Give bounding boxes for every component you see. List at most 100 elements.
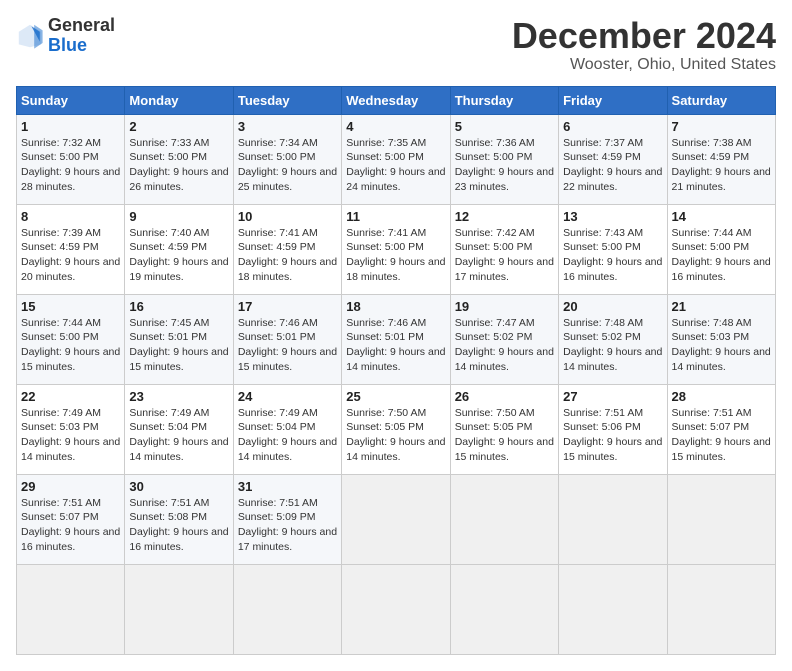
calendar-cell: 4 Sunrise: 7:35 AMSunset: 5:00 PMDayligh… bbox=[342, 114, 450, 204]
day-number: 19 bbox=[455, 299, 554, 314]
logo-text: General Blue bbox=[48, 16, 115, 56]
day-number: 29 bbox=[21, 479, 120, 494]
day-number: 13 bbox=[563, 209, 662, 224]
calendar-cell: 1 Sunrise: 7:32 AMSunset: 5:00 PMDayligh… bbox=[17, 114, 125, 204]
day-detail: Sunrise: 7:44 AMSunset: 5:00 PMDaylight:… bbox=[21, 317, 120, 373]
calendar-cell bbox=[233, 564, 341, 654]
day-detail: Sunrise: 7:49 AMSunset: 5:04 PMDaylight:… bbox=[238, 407, 337, 463]
day-detail: Sunrise: 7:37 AMSunset: 4:59 PMDaylight:… bbox=[563, 137, 662, 193]
day-detail: Sunrise: 7:33 AMSunset: 5:00 PMDaylight:… bbox=[129, 137, 228, 193]
calendar-cell: 31 Sunrise: 7:51 AMSunset: 5:09 PMDaylig… bbox=[233, 474, 341, 564]
month-title: December 2024 bbox=[512, 16, 776, 56]
col-wednesday: Wednesday bbox=[342, 86, 450, 114]
day-detail: Sunrise: 7:48 AMSunset: 5:02 PMDaylight:… bbox=[563, 317, 662, 373]
calendar-cell: 17 Sunrise: 7:46 AMSunset: 5:01 PMDaylig… bbox=[233, 294, 341, 384]
day-number: 18 bbox=[346, 299, 445, 314]
col-saturday: Saturday bbox=[667, 86, 775, 114]
day-detail: Sunrise: 7:49 AMSunset: 5:04 PMDaylight:… bbox=[129, 407, 228, 463]
day-detail: Sunrise: 7:51 AMSunset: 5:09 PMDaylight:… bbox=[238, 497, 337, 553]
calendar-week-row: 8 Sunrise: 7:39 AMSunset: 4:59 PMDayligh… bbox=[17, 204, 776, 294]
calendar-cell bbox=[559, 564, 667, 654]
location: Wooster, Ohio, United States bbox=[512, 56, 776, 74]
calendar-week-row: 29 Sunrise: 7:51 AMSunset: 5:07 PMDaylig… bbox=[17, 474, 776, 564]
day-number: 14 bbox=[672, 209, 771, 224]
col-thursday: Thursday bbox=[450, 86, 558, 114]
day-number: 7 bbox=[672, 119, 771, 134]
day-number: 6 bbox=[563, 119, 662, 134]
col-sunday: Sunday bbox=[17, 86, 125, 114]
calendar-cell: 10 Sunrise: 7:41 AMSunset: 4:59 PMDaylig… bbox=[233, 204, 341, 294]
calendar-cell: 5 Sunrise: 7:36 AMSunset: 5:00 PMDayligh… bbox=[450, 114, 558, 204]
day-number: 20 bbox=[563, 299, 662, 314]
day-detail: Sunrise: 7:39 AMSunset: 4:59 PMDaylight:… bbox=[21, 227, 120, 283]
calendar-cell: 14 Sunrise: 7:44 AMSunset: 5:00 PMDaylig… bbox=[667, 204, 775, 294]
day-number: 10 bbox=[238, 209, 337, 224]
day-number: 30 bbox=[129, 479, 228, 494]
calendar-cell: 27 Sunrise: 7:51 AMSunset: 5:06 PMDaylig… bbox=[559, 384, 667, 474]
day-number: 3 bbox=[238, 119, 337, 134]
day-detail: Sunrise: 7:35 AMSunset: 5:00 PMDaylight:… bbox=[346, 137, 445, 193]
calendar-cell: 18 Sunrise: 7:46 AMSunset: 5:01 PMDaylig… bbox=[342, 294, 450, 384]
day-number: 11 bbox=[346, 209, 445, 224]
calendar-cell: 21 Sunrise: 7:48 AMSunset: 5:03 PMDaylig… bbox=[667, 294, 775, 384]
day-detail: Sunrise: 7:50 AMSunset: 5:05 PMDaylight:… bbox=[455, 407, 554, 463]
day-number: 23 bbox=[129, 389, 228, 404]
day-detail: Sunrise: 7:41 AMSunset: 4:59 PMDaylight:… bbox=[238, 227, 337, 283]
day-detail: Sunrise: 7:51 AMSunset: 5:06 PMDaylight:… bbox=[563, 407, 662, 463]
day-number: 21 bbox=[672, 299, 771, 314]
day-number: 2 bbox=[129, 119, 228, 134]
day-detail: Sunrise: 7:32 AMSunset: 5:00 PMDaylight:… bbox=[21, 137, 120, 193]
day-detail: Sunrise: 7:44 AMSunset: 5:00 PMDaylight:… bbox=[672, 227, 771, 283]
day-detail: Sunrise: 7:51 AMSunset: 5:07 PMDaylight:… bbox=[672, 407, 771, 463]
day-number: 15 bbox=[21, 299, 120, 314]
day-number: 17 bbox=[238, 299, 337, 314]
day-number: 12 bbox=[455, 209, 554, 224]
calendar-cell: 16 Sunrise: 7:45 AMSunset: 5:01 PMDaylig… bbox=[125, 294, 233, 384]
calendar-cell: 3 Sunrise: 7:34 AMSunset: 5:00 PMDayligh… bbox=[233, 114, 341, 204]
day-number: 25 bbox=[346, 389, 445, 404]
day-number: 24 bbox=[238, 389, 337, 404]
calendar-cell: 15 Sunrise: 7:44 AMSunset: 5:00 PMDaylig… bbox=[17, 294, 125, 384]
calendar-cell bbox=[342, 474, 450, 564]
day-number: 4 bbox=[346, 119, 445, 134]
day-detail: Sunrise: 7:38 AMSunset: 4:59 PMDaylight:… bbox=[672, 137, 771, 193]
calendar-cell: 13 Sunrise: 7:43 AMSunset: 5:00 PMDaylig… bbox=[559, 204, 667, 294]
day-number: 1 bbox=[21, 119, 120, 134]
title-section: December 2024 Wooster, Ohio, United Stat… bbox=[512, 16, 776, 74]
calendar-cell: 6 Sunrise: 7:37 AMSunset: 4:59 PMDayligh… bbox=[559, 114, 667, 204]
day-detail: Sunrise: 7:51 AMSunset: 5:08 PMDaylight:… bbox=[129, 497, 228, 553]
calendar-cell bbox=[559, 474, 667, 564]
day-number: 31 bbox=[238, 479, 337, 494]
day-number: 27 bbox=[563, 389, 662, 404]
col-tuesday: Tuesday bbox=[233, 86, 341, 114]
calendar-cell: 26 Sunrise: 7:50 AMSunset: 5:05 PMDaylig… bbox=[450, 384, 558, 474]
calendar-cell: 25 Sunrise: 7:50 AMSunset: 5:05 PMDaylig… bbox=[342, 384, 450, 474]
calendar-cell bbox=[342, 564, 450, 654]
calendar-cell: 28 Sunrise: 7:51 AMSunset: 5:07 PMDaylig… bbox=[667, 384, 775, 474]
calendar-cell: 30 Sunrise: 7:51 AMSunset: 5:08 PMDaylig… bbox=[125, 474, 233, 564]
day-detail: Sunrise: 7:40 AMSunset: 4:59 PMDaylight:… bbox=[129, 227, 228, 283]
day-detail: Sunrise: 7:48 AMSunset: 5:03 PMDaylight:… bbox=[672, 317, 771, 373]
day-detail: Sunrise: 7:49 AMSunset: 5:03 PMDaylight:… bbox=[21, 407, 120, 463]
day-number: 22 bbox=[21, 389, 120, 404]
calendar-cell: 20 Sunrise: 7:48 AMSunset: 5:02 PMDaylig… bbox=[559, 294, 667, 384]
day-number: 5 bbox=[455, 119, 554, 134]
day-number: 8 bbox=[21, 209, 120, 224]
calendar-header-row: Sunday Monday Tuesday Wednesday Thursday… bbox=[17, 86, 776, 114]
day-detail: Sunrise: 7:43 AMSunset: 5:00 PMDaylight:… bbox=[563, 227, 662, 283]
day-detail: Sunrise: 7:51 AMSunset: 5:07 PMDaylight:… bbox=[21, 497, 120, 553]
calendar-cell bbox=[450, 474, 558, 564]
day-detail: Sunrise: 7:46 AMSunset: 5:01 PMDaylight:… bbox=[238, 317, 337, 373]
calendar-cell: 12 Sunrise: 7:42 AMSunset: 5:00 PMDaylig… bbox=[450, 204, 558, 294]
day-detail: Sunrise: 7:45 AMSunset: 5:01 PMDaylight:… bbox=[129, 317, 228, 373]
day-detail: Sunrise: 7:47 AMSunset: 5:02 PMDaylight:… bbox=[455, 317, 554, 373]
col-friday: Friday bbox=[559, 86, 667, 114]
day-detail: Sunrise: 7:34 AMSunset: 5:00 PMDaylight:… bbox=[238, 137, 337, 193]
calendar-cell: 24 Sunrise: 7:49 AMSunset: 5:04 PMDaylig… bbox=[233, 384, 341, 474]
day-detail: Sunrise: 7:50 AMSunset: 5:05 PMDaylight:… bbox=[346, 407, 445, 463]
day-number: 16 bbox=[129, 299, 228, 314]
calendar-cell: 22 Sunrise: 7:49 AMSunset: 5:03 PMDaylig… bbox=[17, 384, 125, 474]
logo-icon bbox=[16, 22, 44, 50]
calendar-cell bbox=[450, 564, 558, 654]
page-header: General Blue December 2024 Wooster, Ohio… bbox=[16, 16, 776, 74]
